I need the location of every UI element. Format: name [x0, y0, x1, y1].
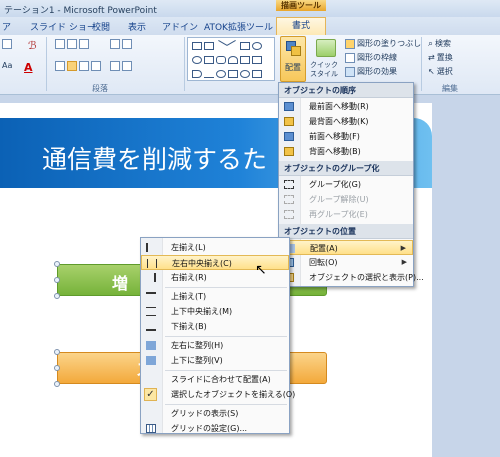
arrange-label: 配置	[285, 63, 301, 72]
tab-design[interactable]: ア	[2, 20, 11, 33]
quick-style-label: クイック スタイル	[310, 61, 338, 78]
green-shape-text: 増	[112, 274, 129, 293]
quick-style-button[interactable]: クイック スタイル	[310, 39, 342, 83]
replace-label: 置換	[436, 53, 453, 62]
bring-to-front-item[interactable]: 最前面へ移動(R)	[279, 99, 413, 114]
title-bar: テーション1 - Microsoft PowerPoint 描画ツール	[0, 0, 500, 17]
resize-handle[interactable]	[54, 261, 60, 267]
bullets-button[interactable]	[55, 39, 89, 49]
align-left-item[interactable]: 左揃え(L)	[141, 240, 289, 255]
tab-addins[interactable]: アドイン	[162, 20, 198, 33]
group-item[interactable]: グループ化(G)	[279, 177, 413, 192]
tab-slideshow[interactable]: スライド ショー	[30, 20, 96, 33]
slide-title-text[interactable]: 通信費を削減するた	[42, 140, 267, 176]
group-section-header: オブジェクトのグループ化	[279, 161, 413, 176]
text-direction-button[interactable]	[110, 39, 132, 49]
search-button[interactable]: ⌕ 検索	[428, 38, 451, 49]
font-color-button[interactable]: A	[24, 61, 33, 74]
drawing-tools-context-label: 描画ツール	[276, 0, 326, 11]
select-label: 選択	[436, 67, 453, 76]
check-icon: ✓	[144, 388, 157, 401]
tab-format[interactable]: 書式	[276, 17, 326, 35]
shapes-gallery[interactable]	[187, 37, 275, 81]
columns-button[interactable]	[110, 61, 132, 71]
mouse-cursor-icon: ↖	[255, 262, 267, 278]
bring-forward-item[interactable]: 前面へ移動(F)	[279, 129, 413, 144]
tab-view[interactable]: 表示	[128, 20, 146, 33]
shape-fill-button[interactable]: 図形の塗りつぶし	[345, 38, 421, 49]
shape-effect-label: 図形の効果	[357, 67, 397, 76]
send-backward-item[interactable]: 背面へ移動(B)	[279, 144, 413, 159]
resize-handle[interactable]	[54, 277, 60, 283]
change-case-button[interactable]: Aa	[2, 61, 12, 70]
resize-handle[interactable]	[54, 365, 60, 371]
shape-fill-label: 図形の塗りつぶし	[357, 39, 422, 48]
align-submenu-item[interactable]: 配置(A) ▶	[279, 240, 413, 255]
selection-pane-item[interactable]: オブジェクトの選択と表示(P)...	[279, 270, 424, 285]
search-icon: ⌕	[428, 38, 434, 49]
align-center-item[interactable]: 左右中央揃え(C)	[141, 255, 289, 270]
edit-group-label: 編集	[442, 84, 458, 93]
font-size-decrease[interactable]	[2, 39, 12, 49]
resize-handle[interactable]	[54, 293, 60, 299]
search-label: 検索	[435, 39, 452, 48]
align-right-item[interactable]: 右揃え(R)	[141, 270, 289, 285]
replace-button[interactable]: ⇄ 置換	[428, 52, 453, 63]
align-submenu: 左揃え(L) 左右中央揃え(C) 右揃え(R) 上揃え(T) 上下中央揃え(M)…	[140, 237, 295, 436]
align-to-slide-item[interactable]: スライドに合わせて配置(A)	[141, 372, 289, 387]
submenu-arrow-icon: ▶	[401, 258, 407, 266]
select-button[interactable]: ↖ 選択	[428, 66, 453, 77]
ribbon: ℬ Aa A 段落 配置 クイック スタイル 図形の塗りつぶし 図形の枠線 図形…	[0, 35, 500, 95]
grid-settings-item[interactable]: グリッドの設定(G)...	[141, 421, 289, 436]
regroup-item[interactable]: 再グループ化(E)	[279, 207, 413, 222]
window-title: テーション1 - Microsoft PowerPoint	[4, 6, 157, 16]
tab-atok[interactable]: ATOK拡張ツール	[204, 20, 273, 33]
resize-handle[interactable]	[54, 349, 60, 355]
align-middle-item[interactable]: 上下中央揃え(M)	[141, 304, 289, 319]
align-top-item[interactable]: 上揃え(T)	[141, 289, 289, 304]
tab-review[interactable]: 校閲	[92, 20, 110, 33]
show-grid-item[interactable]: グリッドの表示(S)	[141, 406, 289, 421]
resize-handle[interactable]	[54, 381, 60, 387]
aa-label: Aa	[2, 61, 13, 70]
align-bottom-item[interactable]: 下揃え(B)	[141, 319, 289, 334]
align-buttons[interactable]	[55, 61, 101, 71]
send-to-back-item[interactable]: 最背面へ移動(K)	[279, 114, 413, 129]
distribute-horizontal-item[interactable]: 左右に整列(H)	[141, 338, 289, 353]
shape-effect-button[interactable]: 図形の効果	[345, 66, 397, 77]
shape-outline-label: 図形の枠線	[357, 53, 397, 62]
order-section-header: オブジェクトの順序	[279, 83, 413, 98]
shape-outline-button[interactable]: 図形の枠線	[345, 52, 397, 63]
clear-format-button[interactable]: ℬ	[28, 39, 37, 52]
arrange-button[interactable]: 配置	[280, 36, 306, 82]
ribbon-tabs: ア スライド ショー 校閲 表示 アドイン ATOK拡張ツール 書式	[0, 17, 500, 35]
distribute-vertical-item[interactable]: 上下に整列(V)	[141, 353, 289, 368]
position-section-header: オブジェクトの位置	[279, 224, 413, 239]
replace-icon: ⇄	[428, 53, 435, 62]
ungroup-item[interactable]: グループ解除(U)	[279, 192, 413, 207]
align-selected-objects-item[interactable]: ✓ 選択したオブジェクトを揃える(O)	[141, 387, 295, 402]
submenu-arrow-icon: ▶	[400, 244, 406, 252]
rotate-item[interactable]: 回転(O) ▶	[279, 255, 413, 270]
cursor-icon: ↖	[428, 67, 435, 76]
arrange-menu: オブジェクトの順序 最前面へ移動(R) 最背面へ移動(K) 前面へ移動(F) 背…	[278, 82, 424, 287]
paragraph-group-label: 段落	[92, 84, 108, 93]
